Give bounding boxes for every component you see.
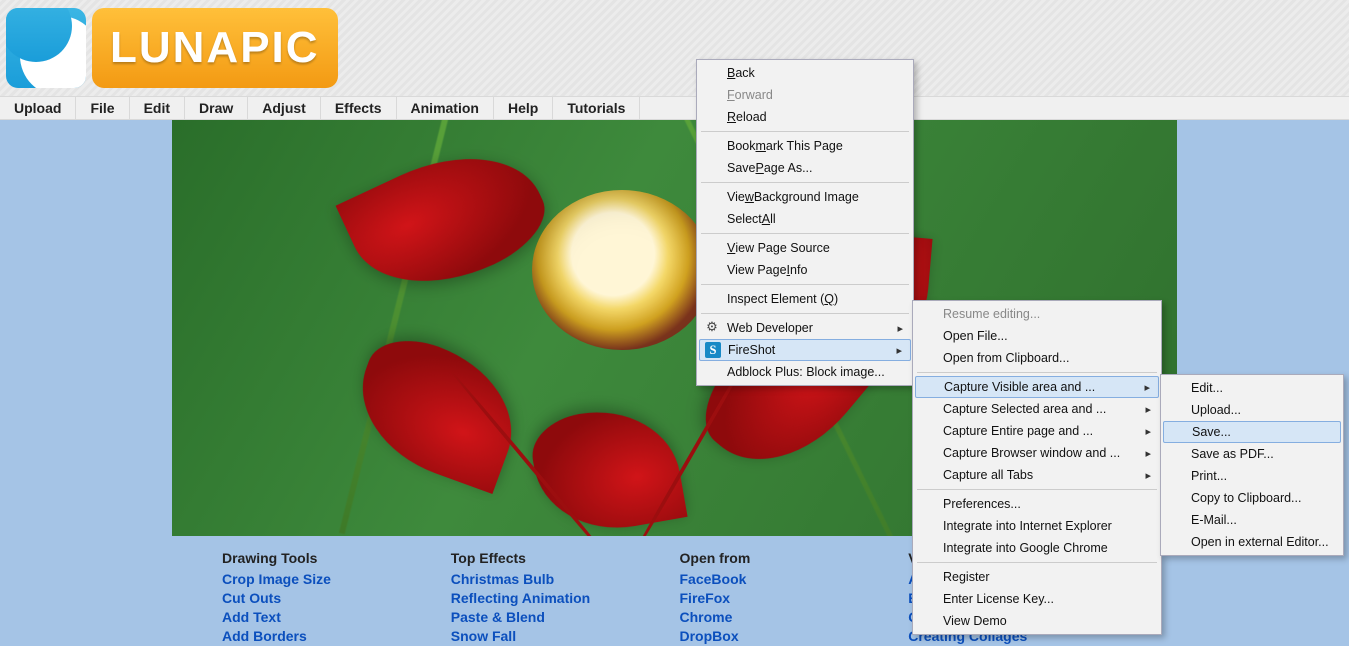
menu-item-forward: Forward [699, 84, 911, 106]
link-facebook[interactable]: FaceBook [680, 570, 899, 589]
menu-item-adblock-plus-block-image[interactable]: Adblock Plus: Block image... [699, 361, 911, 383]
menu-item-capture-entire-page-and[interactable]: Capture Entire page and ... [915, 420, 1159, 442]
link-dropbox[interactable]: DropBox [680, 627, 899, 646]
menu-item-save-as-pdf[interactable]: Save as PDF... [1163, 443, 1341, 465]
link-snow-fall[interactable]: Snow Fall [451, 627, 670, 646]
menu-item-view-demo[interactable]: View Demo [915, 610, 1159, 632]
link-firefox[interactable]: FireFox [680, 589, 899, 608]
menu-item-inspect-element-q[interactable]: Inspect Element (Q) [699, 288, 911, 310]
menu-item-reload[interactable]: Reload [699, 106, 911, 128]
link-cut-outs[interactable]: Cut Outs [222, 589, 441, 608]
menubar-item-upload[interactable]: Upload [0, 97, 76, 119]
column-heading: Open from [680, 550, 899, 566]
link-add-borders[interactable]: Add Borders [222, 627, 441, 646]
menu-item-fireshot[interactable]: SFireShot [699, 339, 911, 361]
column-heading: Top Effects [451, 550, 670, 566]
menu-item-view-background-image[interactable]: View Background Image [699, 186, 911, 208]
menu-item-preferences[interactable]: Preferences... [915, 493, 1159, 515]
menu-item-register[interactable]: Register [915, 566, 1159, 588]
menubar-item-help[interactable]: Help [494, 97, 553, 119]
link-chrome[interactable]: Chrome [680, 608, 899, 627]
fireshot-icon: S [705, 342, 721, 358]
column-heading: Drawing Tools [222, 550, 441, 566]
menubar-item-animation[interactable]: Animation [397, 97, 494, 119]
menu-item-back[interactable]: Back [699, 62, 911, 84]
menu-item-print[interactable]: Print... [1163, 465, 1341, 487]
menubar-item-file[interactable]: File [76, 97, 129, 119]
menu-item-copy-to-clipboard[interactable]: Copy to Clipboard... [1163, 487, 1341, 509]
menubar-item-effects[interactable]: Effects [321, 97, 397, 119]
link-add-text[interactable]: Add Text [222, 608, 441, 627]
capture-submenu[interactable]: Edit...Upload...Save...Save as PDF...Pri… [1160, 374, 1344, 556]
menubar-item-draw[interactable]: Draw [185, 97, 248, 119]
menu-item-view-page-source[interactable]: View Page Source [699, 237, 911, 259]
menu-item-e-mail[interactable]: E-Mail... [1163, 509, 1341, 531]
logo[interactable]: LUNAPIC [6, 7, 338, 89]
link-reflecting-animation[interactable]: Reflecting Animation [451, 589, 670, 608]
menubar-item-edit[interactable]: Edit [130, 97, 185, 119]
menubar-item-tutorials[interactable]: Tutorials [553, 97, 640, 119]
menu-item-resume-editing: Resume editing... [915, 303, 1159, 325]
menu-item-view-page-info[interactable]: View Page Info [699, 259, 911, 281]
logo-icon [6, 8, 86, 88]
menu-item-bookmark-this-page[interactable]: Bookmark This Page [699, 135, 911, 157]
menu-item-capture-browser-window-and[interactable]: Capture Browser window and ... [915, 442, 1159, 464]
menu-item-open-in-external-editor[interactable]: Open in external Editor... [1163, 531, 1341, 553]
menu-item-save-page-as[interactable]: Save Page As... [699, 157, 911, 179]
link-paste-blend[interactable]: Paste & Blend [451, 608, 670, 627]
menu-item-integrate-into-google-chrome[interactable]: Integrate into Google Chrome [915, 537, 1159, 559]
menu-item-open-from-clipboard[interactable]: Open from Clipboard... [915, 347, 1159, 369]
fireshot-submenu[interactable]: Resume editing...Open File...Open from C… [912, 300, 1162, 635]
gear-icon: ⚙ [704, 319, 720, 335]
link-christmas-bulb[interactable]: Christmas Bulb [451, 570, 670, 589]
menu-item-capture-visible-area-and[interactable]: Capture Visible area and ... [915, 376, 1159, 398]
logo-word: LUNAPIC [92, 8, 338, 88]
menu-item-enter-license-key[interactable]: Enter License Key... [915, 588, 1159, 610]
menu-item-save[interactable]: Save... [1163, 421, 1341, 443]
context-menu[interactable]: BackForwardReload Bookmark This PageSave … [696, 59, 914, 386]
menu-item-web-developer[interactable]: ⚙Web Developer [699, 317, 911, 339]
menu-item-integrate-into-internet-explorer[interactable]: Integrate into Internet Explorer [915, 515, 1159, 537]
menu-item-select-all[interactable]: Select All [699, 208, 911, 230]
main-menubar: UploadFileEditDrawAdjustEffectsAnimation… [0, 96, 1349, 120]
menu-item-edit[interactable]: Edit... [1163, 377, 1341, 399]
menu-item-open-file[interactable]: Open File... [915, 325, 1159, 347]
menubar-item-adjust[interactable]: Adjust [248, 97, 321, 119]
link-crop-image-size[interactable]: Crop Image Size [222, 570, 441, 589]
menu-item-upload[interactable]: Upload... [1163, 399, 1341, 421]
menu-item-capture-selected-area-and[interactable]: Capture Selected area and ... [915, 398, 1159, 420]
app-header: LUNAPIC [0, 0, 1349, 96]
menu-item-capture-all-tabs[interactable]: Capture all Tabs [915, 464, 1159, 486]
